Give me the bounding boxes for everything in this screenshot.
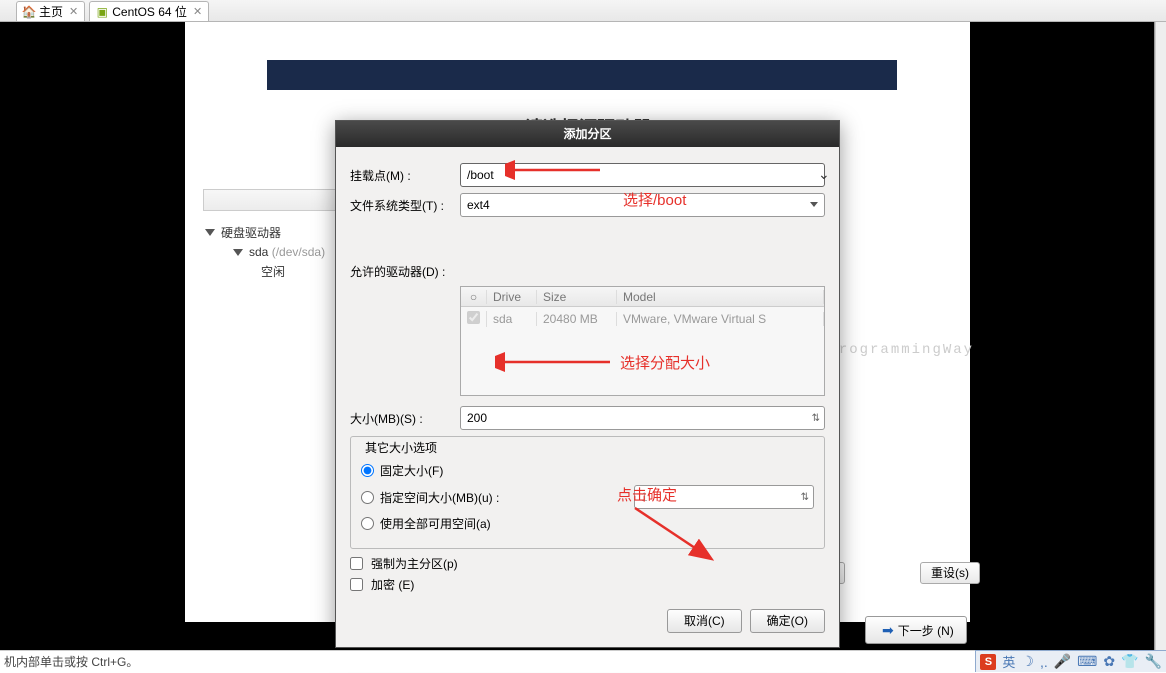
dialog-title: 添加分区 — [336, 121, 839, 147]
sogou-icon[interactable]: S — [980, 654, 996, 670]
tab-centos[interactable]: ▣ CentOS 64 位 ✕ — [89, 1, 209, 21]
mic-icon[interactable]: 🎤 — [1054, 653, 1071, 670]
top-bar — [267, 60, 897, 90]
gear-icon[interactable]: ✿ — [1103, 653, 1115, 670]
col-check: ○ — [461, 290, 487, 304]
status-bar: 机内部单击或按 Ctrl+G。 — [0, 650, 1010, 672]
moon-icon[interactable]: ☽ — [1021, 653, 1034, 670]
tab-home[interactable]: 🏠 主页 ✕ — [16, 1, 85, 21]
tab-label: CentOS 64 位 — [112, 3, 187, 20]
mount-point-combo[interactable]: /boot — [460, 163, 825, 187]
skin-icon[interactable]: 👕 — [1121, 653, 1138, 670]
col-size: Size — [537, 290, 617, 304]
chk-primary[interactable]: 强制为主分区(p) — [350, 555, 825, 572]
close-icon[interactable]: ✕ — [69, 5, 78, 18]
chk-encrypt[interactable]: 加密 (E) — [350, 576, 825, 593]
cancel-button[interactable]: 取消(C) — [667, 609, 742, 633]
keyboard-icon[interactable]: ⌨ — [1077, 653, 1097, 670]
chevron-down-icon — [233, 249, 243, 256]
vm-screen: 请选择源驱动器 设备 硬盘驱动器 sda (/dev/sda) 空闲 (D) 重… — [0, 22, 1155, 650]
fs-type-combo[interactable]: ext4 — [460, 193, 825, 217]
drive-row[interactable]: sda 20480 MB VMware, VMware Virtual S — [461, 307, 824, 331]
ok-button[interactable]: 确定(O) — [750, 609, 825, 633]
system-tray: S 英 ☽ ,. 🎤 ⌨ ✿ 👕 🔧 — [975, 650, 1166, 672]
next-button[interactable]: ➡ 下一步 (N) — [865, 616, 967, 644]
arrow-right-icon: ➡ — [882, 622, 894, 639]
scrollbar[interactable] — [1155, 22, 1166, 650]
mount-point-label: 挂载点(M) : — [350, 167, 460, 184]
ime-lang[interactable]: 英 — [1002, 652, 1015, 671]
add-partition-dialog: 添加分区 挂载点(M) : /boot 文件系统类型(T) : ext4 允许的… — [335, 120, 840, 648]
radio-fill[interactable]: 使用全部可用空间(a) — [361, 515, 814, 532]
radio-upto[interactable]: 指定空间大小(MB)(u) :1 — [361, 485, 814, 509]
radio-fixed[interactable]: 固定大小(F) — [361, 462, 814, 479]
reset-button[interactable]: 重设(s) — [920, 562, 980, 584]
size-label: 大小(MB)(S) : — [350, 410, 460, 427]
drive-table: ○ Drive Size Model sda 20480 MB VMware, … — [460, 286, 825, 396]
installer-screen: 请选择源驱动器 设备 硬盘驱动器 sda (/dev/sda) 空闲 (D) 重… — [185, 22, 970, 622]
vm-icon: ▣ — [96, 6, 108, 18]
chevron-down-icon — [205, 229, 215, 236]
allowable-drives-label: 允许的驱动器(D) : — [350, 223, 460, 280]
tab-label: 主页 — [39, 3, 63, 20]
size-input[interactable]: 200 — [460, 406, 825, 430]
drive-checkbox — [467, 311, 480, 324]
vmware-tab-bar: 🏠 主页 ✕ ▣ CentOS 64 位 ✕ — [0, 0, 1166, 22]
other-size-legend: 其它大小选项 — [361, 439, 441, 456]
close-icon[interactable]: ✕ — [193, 5, 202, 18]
fs-type-label: 文件系统类型(T) : — [350, 197, 460, 214]
col-model: Model — [617, 290, 824, 304]
punct-icon[interactable]: ,. — [1040, 654, 1048, 670]
home-icon: 🏠 — [23, 6, 35, 18]
other-size-fieldset: 其它大小选项 固定大小(F) 指定空间大小(MB)(u) :1 使用全部可用空间… — [350, 436, 825, 549]
col-drive: Drive — [487, 290, 537, 304]
wrench-icon[interactable]: 🔧 — [1145, 653, 1162, 670]
upto-spinner: 1 — [634, 485, 814, 509]
